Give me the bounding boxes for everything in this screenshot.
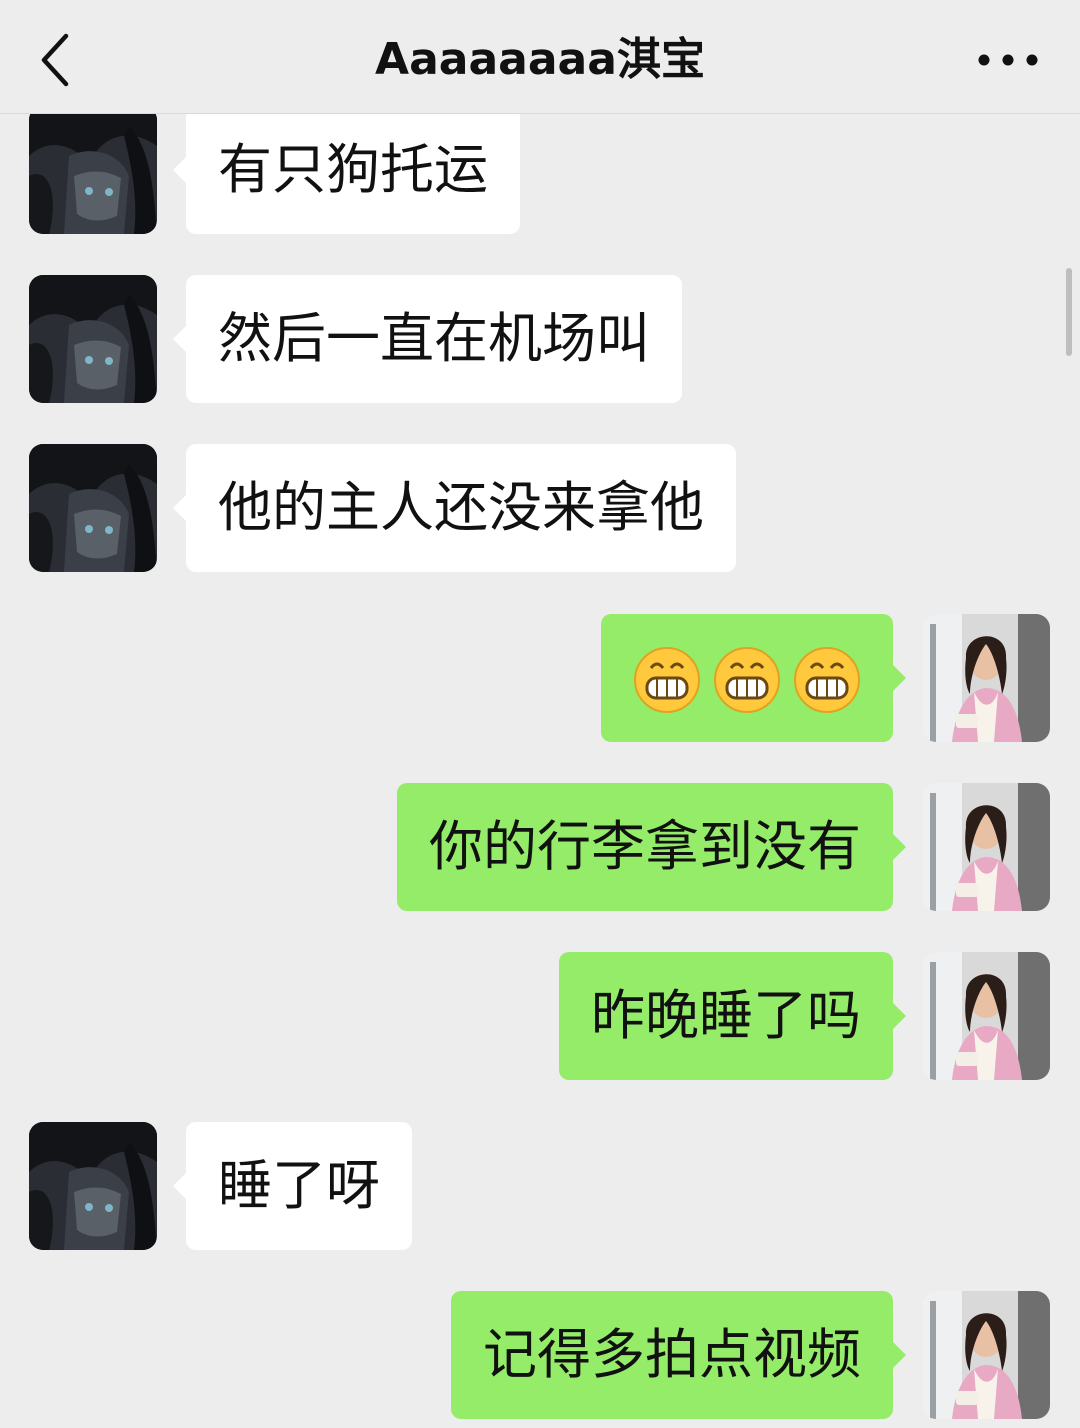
- contact-avatar[interactable]: [29, 444, 157, 572]
- grinning-face-icon: [634, 647, 700, 713]
- back-button[interactable]: [28, 28, 88, 92]
- message-bubble[interactable]: 有只狗托运: [173, 106, 520, 234]
- contact-avatar[interactable]: [29, 1122, 157, 1250]
- my-avatar[interactable]: [922, 1291, 1050, 1419]
- message-bubble[interactable]: 睡了呀: [173, 1122, 412, 1250]
- emoji-group: [631, 642, 863, 714]
- message-bubble[interactable]: 他的主人还没来拿他: [173, 444, 736, 572]
- contact-avatar[interactable]: [29, 106, 157, 234]
- grinning-face-icon: [794, 647, 860, 713]
- message-bubble[interactable]: 记得多拍点视频: [451, 1291, 906, 1419]
- message-bubble[interactable]: 你的行李拿到没有: [397, 783, 906, 911]
- chat-title: Aaaaaaaa淇宝: [375, 34, 705, 85]
- emoji-message-bubble[interactable]: [601, 614, 906, 742]
- chat-message-list[interactable]: 有只狗托运 然后一直在机场叫 他的主人还没来拿他 你的行李拿到没有 昨晚睡了吗 …: [0, 0, 1080, 1428]
- my-avatar[interactable]: [922, 952, 1050, 1080]
- my-avatar[interactable]: [922, 783, 1050, 911]
- contact-avatar[interactable]: [29, 275, 157, 403]
- more-button[interactable]: [976, 44, 1040, 76]
- more-dots-icon: [978, 54, 1038, 66]
- scrollbar[interactable]: [1066, 268, 1072, 356]
- chevron-left-icon: [41, 33, 69, 87]
- message-bubble[interactable]: 昨晚睡了吗: [559, 952, 906, 1080]
- my-avatar[interactable]: [922, 614, 1050, 742]
- chat-header: Aaaaaaaa淇宝: [0, 0, 1080, 114]
- message-bubble[interactable]: 然后一直在机场叫: [173, 275, 682, 403]
- grinning-face-icon: [714, 647, 780, 713]
